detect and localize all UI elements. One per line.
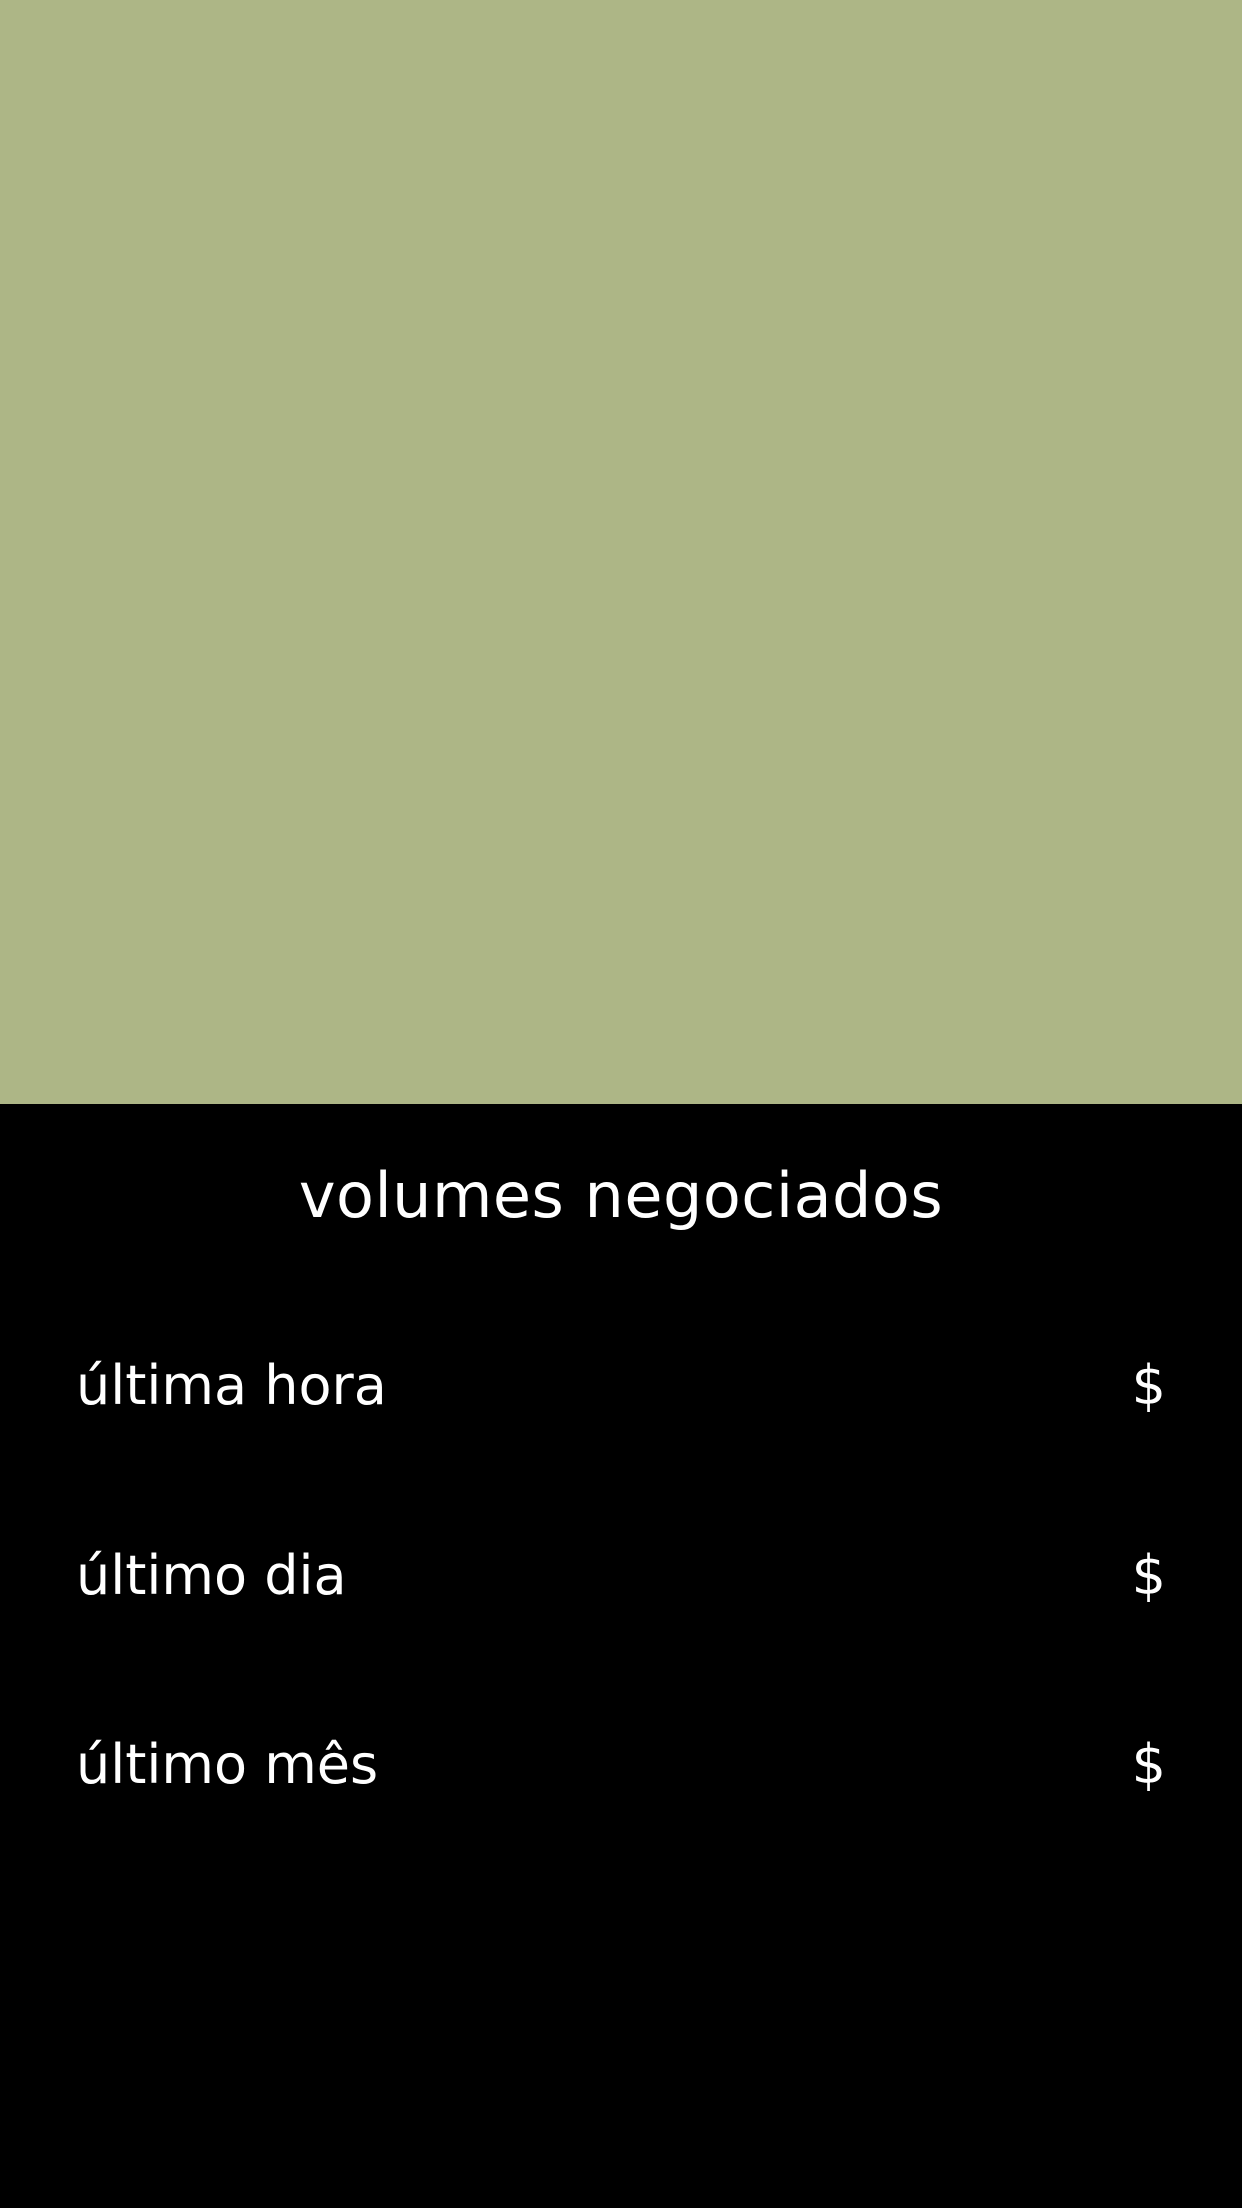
volume-value-last-hour: $	[1131, 1354, 1166, 1417]
volumes-panel: volumes negociados última hora $ último …	[0, 1104, 1242, 2208]
app-screen: volumes negociados última hora $ último …	[0, 0, 1242, 2208]
volume-row-last-day: último dia $	[76, 1536, 1166, 1616]
volume-value-last-day: $	[1131, 1544, 1166, 1607]
volume-label-last-day: último dia	[76, 1544, 347, 1607]
chart-placeholder-panel	[0, 0, 1242, 1104]
volume-value-last-month: $	[1131, 1733, 1166, 1796]
volume-label-last-hour: última hora	[76, 1354, 387, 1417]
volume-row-last-month: último mês $	[76, 1725, 1166, 1805]
volumes-title: volumes negociados	[298, 1159, 944, 1232]
volume-row-last-hour: última hora $	[76, 1346, 1166, 1426]
volume-label-last-month: último mês	[76, 1733, 379, 1796]
